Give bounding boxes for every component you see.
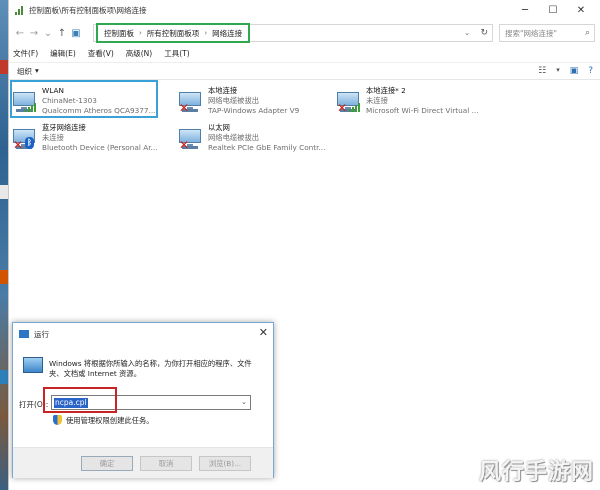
menu-edit[interactable]: 编辑(E) [50, 48, 76, 59]
connection-item-local[interactable]: ✕ 本地连接 网络电缆被拔出 TAP-Windows Adapter V9 [179, 86, 339, 120]
connection-name: 本地连接* 2 [366, 86, 406, 95]
connection-name: 蓝牙网络连接 [42, 123, 86, 132]
chevron-down-icon[interactable]: ▾ [556, 66, 560, 76]
run-app-icon [23, 357, 43, 373]
wlan-highlight-box [10, 80, 158, 118]
connection-device: TAP-Windows Adapter V9 [208, 106, 300, 115]
run-icon [19, 330, 29, 338]
maximize-button[interactable]: ☐ [539, 0, 567, 20]
connection-status: 未连接 [366, 96, 388, 105]
menu-tools[interactable]: 工具(T) [164, 48, 189, 59]
organize-label: 组织 [17, 66, 32, 76]
breadcrumb-network-connections[interactable]: 网络连接 [212, 28, 242, 39]
connection-status: 未连接 [42, 133, 64, 142]
connection-status: 网络电缆被拔出 [208, 133, 260, 142]
connection-device: Bluetooth Device (Personal Ar... [42, 143, 158, 152]
ethernet-disconnected-icon: ✕ [179, 88, 203, 118]
connection-status: 网络电缆被拔出 [208, 96, 260, 105]
menu-view[interactable]: 查看(V) [88, 48, 114, 59]
minimize-button[interactable]: ─ [511, 0, 539, 20]
connection-name: 以太网 [208, 123, 230, 132]
run-dialog: 运行 ✕ Windows 将根据你所输入的名称，为你打开相应的程序、文件夹、文档… [12, 322, 274, 478]
chevron-right-icon[interactable]: › [139, 29, 142, 37]
breadcrumb: 控制面板 › 所有控制面板项 › 网络连接 [96, 23, 251, 43]
uac-shield-icon [53, 415, 62, 425]
breadcrumb-all-items[interactable]: 所有控制面板项 [147, 28, 200, 39]
chevron-down-icon[interactable]: ⌄ [464, 29, 470, 37]
address-bar[interactable]: 控制面板 › 所有控制面板项 › 网络连接 ⌄ ↻ [93, 23, 493, 43]
title-bar[interactable]: 控制面板\所有控制面板项\网络连接 ─ ☐ ✕ [9, 0, 600, 20]
organize-button[interactable]: 组织 ▾ [17, 66, 39, 77]
cancel-button[interactable]: 取消 [140, 456, 192, 471]
close-button[interactable]: ✕ [567, 0, 595, 20]
help-icon[interactable]: ? [588, 66, 593, 76]
ok-button[interactable]: 确定 [81, 456, 133, 471]
connection-device: Microsoft Wi-Fi Direct Virtual ... [366, 106, 479, 115]
connection-name: 本地连接 [208, 86, 238, 95]
desktop-icon[interactable] [0, 185, 8, 199]
menu-advanced[interactable]: 高级(N) [126, 48, 152, 59]
connection-item-local-2[interactable]: ✕ 本地连接* 2 未连接 Microsoft Wi-Fi Direct Vir… [337, 86, 497, 120]
connection-item-ethernet[interactable]: ✕ 以太网 网络电缆被拔出 Realtek PCIe GbE Family Co… [179, 123, 339, 157]
search-placeholder: 搜索"网络连接" [505, 28, 557, 38]
forward-arrow-icon[interactable]: → [27, 28, 41, 39]
ethernet-disconnected-icon: ✕ [179, 125, 203, 155]
desktop-icon[interactable] [0, 370, 8, 384]
chevron-down-icon: ▾ [35, 65, 39, 75]
admin-note: 使用管理权限创建此任务。 [66, 416, 154, 425]
desktop-icon[interactable] [0, 270, 8, 284]
chevron-right-icon[interactable]: › [204, 29, 207, 37]
recent-chevron-icon[interactable]: ⌄ [41, 28, 55, 39]
command-bar: 组织 ▾ ☷ ▾ ▣ ? [9, 62, 600, 80]
search-input[interactable]: 搜索"网络连接" ⌕ [499, 24, 595, 42]
watermark-logo: 风行手游网 [478, 460, 594, 485]
navigation-bar: ← → ⌄ ↑ ▣ 控制面板 › 所有控制面板项 › 网络连接 ⌄ ↻ 搜索"网… [9, 21, 600, 45]
connection-device: Realtek PCIe GbE Family Contr... [208, 143, 326, 152]
bluetooth-disconnected-icon: ᛒ ✕ [13, 125, 37, 155]
chevron-down-icon[interactable]: ⌄ [241, 398, 247, 406]
input-highlight-box [43, 387, 117, 413]
window-title: 控制面板\所有控制面板项\网络连接 [29, 5, 147, 15]
back-arrow-icon[interactable]: ← [13, 28, 27, 39]
breadcrumb-control-panel[interactable]: 控制面板 [104, 28, 134, 39]
up-arrow-icon[interactable]: ↑ [55, 28, 69, 39]
preview-pane-icon[interactable]: ▣ [570, 66, 579, 76]
wifi-disconnected-icon: ✕ [337, 88, 361, 118]
run-title: 运行 [34, 329, 49, 339]
network-icon [15, 5, 25, 15]
run-description: Windows 将根据你所输入的名称，为你打开相应的程序、文件夹、文档或 Int… [49, 359, 252, 378]
browse-button[interactable]: 浏览(B)... [199, 456, 251, 471]
close-icon[interactable]: ✕ [259, 326, 268, 339]
control-panel-icon: ▣ [71, 27, 81, 39]
button-bar: 确定 取消 浏览(B)... [13, 447, 273, 478]
menu-file[interactable]: 文件(F) [13, 48, 38, 59]
run-title-bar[interactable]: 运行 [13, 323, 273, 345]
view-options-icon[interactable]: ☷ [538, 66, 546, 76]
connection-item-bluetooth[interactable]: ᛒ ✕ 蓝牙网络连接 未连接 Bluetooth Device (Personal… [13, 123, 173, 157]
search-icon[interactable]: ⌕ [585, 28, 590, 38]
refresh-icon[interactable]: ↻ [480, 28, 488, 38]
desktop-background [0, 0, 8, 490]
desktop-icon[interactable] [0, 60, 8, 74]
menu-bar: 文件(F) 编辑(E) 查看(V) 高级(N) 工具(T) [9, 46, 600, 60]
